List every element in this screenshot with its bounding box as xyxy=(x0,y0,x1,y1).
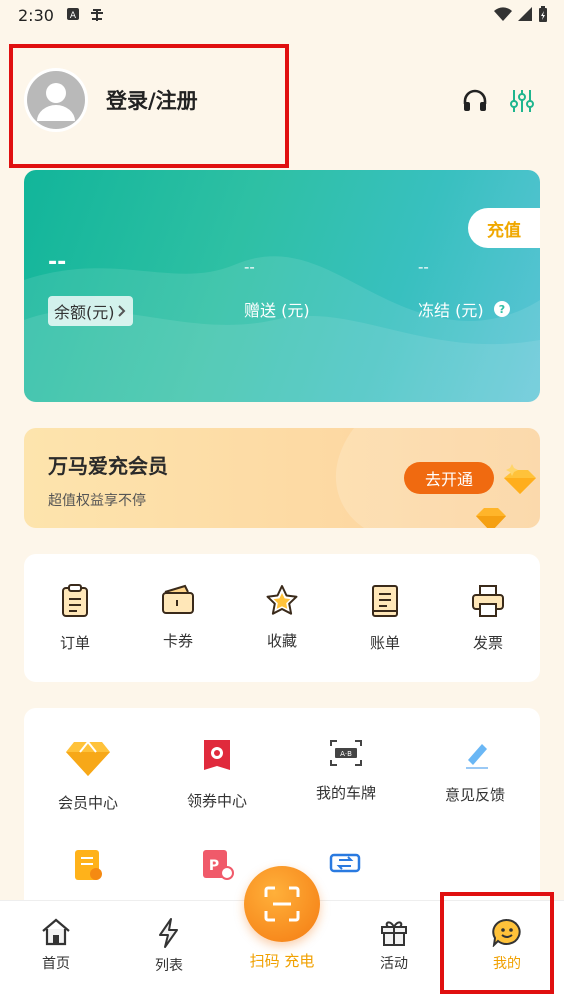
frozen-label: 冻结 (元) xyxy=(418,301,484,320)
quick-item-label: 收藏 xyxy=(266,632,297,650)
balance-chip[interactable]: 余额(元) xyxy=(48,296,133,326)
status-bar: 2:30 A xyxy=(0,0,564,34)
wallet-icon xyxy=(162,584,194,614)
battery-icon xyxy=(539,6,547,22)
tab-activity[interactable]: 活动 xyxy=(354,917,434,973)
coupon-icon xyxy=(204,740,230,770)
service-license-plate[interactable]: A·B 我的车牌 xyxy=(296,738,396,803)
service-feedback[interactable]: 意见反馈 xyxy=(425,738,525,805)
printer-icon xyxy=(472,585,504,617)
document-icon xyxy=(75,850,102,880)
quick-item-label: 账单 xyxy=(369,634,400,652)
quick-item-favorites[interactable]: 收藏 xyxy=(242,584,322,651)
ledger-icon xyxy=(372,585,398,617)
wallet-card: 充值 -- 余额(元) -- 赠送 (元) -- 冻结 (元) ? xyxy=(24,170,540,402)
license-plate-icon: A·B xyxy=(330,740,362,766)
scan-charge-button[interactable] xyxy=(244,866,320,942)
home-icon xyxy=(42,918,70,946)
vip-banner[interactable]: 万马爱充会员 超值权益享不停 去开通 xyxy=(24,428,540,528)
svg-text:A·B: A·B xyxy=(340,750,352,758)
tab-label: 列表 xyxy=(155,958,183,974)
svg-text:P: P xyxy=(209,858,219,874)
tab-label: 活动 xyxy=(380,956,408,972)
gift-value: -- xyxy=(244,258,255,276)
gift-icon xyxy=(381,921,407,946)
text-icon: A xyxy=(67,8,79,21)
gift-label: 赠送 (元) xyxy=(244,301,310,320)
vip-subtitle: 超值权益享不停 xyxy=(48,493,146,509)
feedback-icon xyxy=(466,744,488,769)
scan-icon xyxy=(264,886,300,922)
scan-charge-label[interactable]: 扫码 充电 xyxy=(236,950,328,971)
quick-actions-card: 订单 卡券 收藏 账单 发票 xyxy=(24,554,540,682)
service-member-center[interactable]: 会员中心 xyxy=(38,738,138,813)
quick-item-label: 订单 xyxy=(59,634,90,652)
signal-icon xyxy=(518,7,532,21)
diamond-icon xyxy=(66,740,110,776)
tab-home[interactable]: 首页 xyxy=(16,917,96,973)
star-icon xyxy=(266,585,298,615)
highlight-box-profile xyxy=(9,44,289,168)
quick-item-bills[interactable]: 账单 xyxy=(345,584,425,653)
settings-sliders-icon[interactable] xyxy=(510,88,534,114)
balance-label: 余额(元) xyxy=(54,303,115,322)
quick-item-orders[interactable]: 订单 xyxy=(35,584,115,653)
service-label: 会员中心 xyxy=(57,794,118,812)
bug-icon xyxy=(91,9,103,21)
tab-label: 首页 xyxy=(42,956,70,972)
quick-item-label: 卡券 xyxy=(162,632,193,650)
parking-icon: P xyxy=(203,850,234,880)
frozen-value: -- xyxy=(418,258,429,276)
wifi-icon xyxy=(494,7,512,21)
service-label: 领券中心 xyxy=(186,792,247,810)
svg-text:?: ? xyxy=(498,303,504,316)
chevron-right-icon xyxy=(117,305,125,317)
quick-item-invoice[interactable]: 发票 xyxy=(448,584,528,653)
quick-item-coupons[interactable]: 卡券 xyxy=(138,584,218,651)
wallet-wave-decoration xyxy=(24,256,540,402)
vip-title: 万马爱充会员 xyxy=(48,454,168,478)
v2g-icon xyxy=(329,853,361,873)
service-item-5[interactable] xyxy=(38,848,138,886)
help-icon[interactable]: ? xyxy=(493,301,510,317)
service-item-7[interactable] xyxy=(296,852,396,878)
service-coupon-center[interactable]: 领券中心 xyxy=(167,738,267,811)
recharge-button[interactable]: 充值 xyxy=(468,208,540,248)
service-label: 我的车牌 xyxy=(315,784,376,802)
gem-icon xyxy=(476,464,536,528)
svg-text:A: A xyxy=(70,11,77,21)
service-label: 意见反馈 xyxy=(444,786,505,804)
status-time: 2:30 xyxy=(18,6,54,25)
headset-icon[interactable] xyxy=(462,88,488,114)
clipboard-icon xyxy=(62,584,88,617)
bolt-icon xyxy=(159,918,178,948)
tab-list[interactable]: 列表 xyxy=(129,917,209,975)
balance-value: -- xyxy=(48,250,67,275)
quick-item-label: 发票 xyxy=(472,634,503,652)
highlight-box-mine xyxy=(440,892,554,994)
